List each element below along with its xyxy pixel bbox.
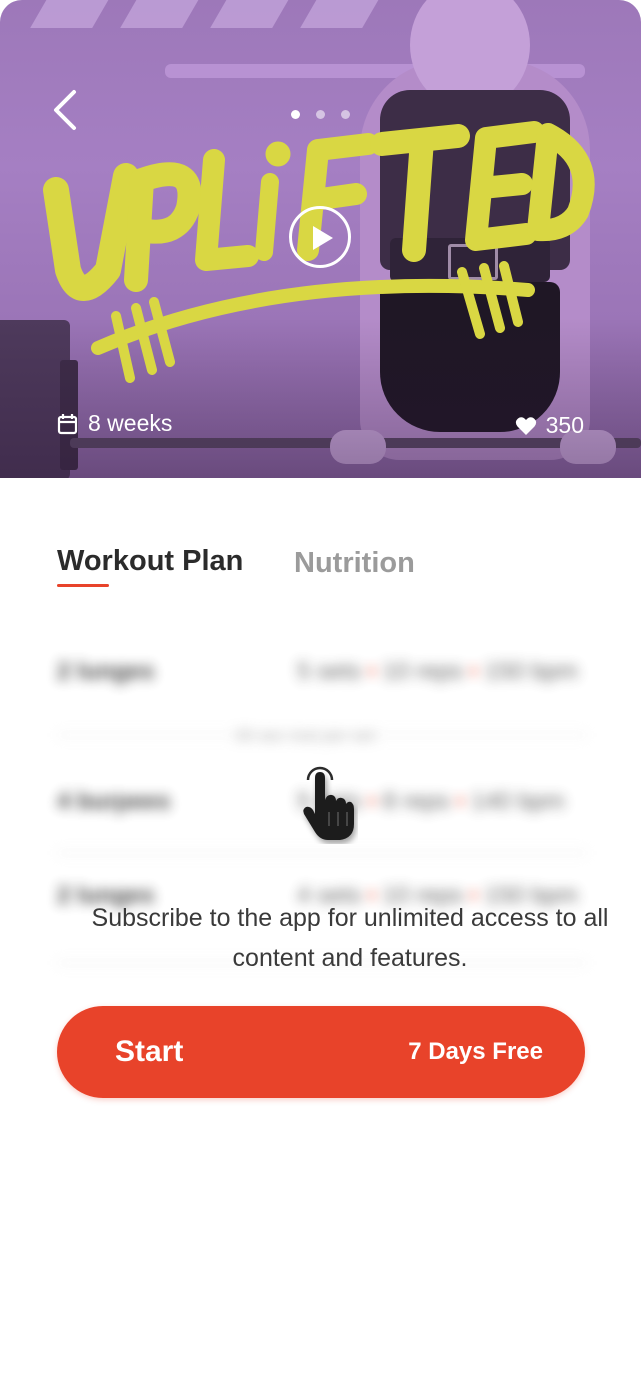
duration-text: 8 weeks — [88, 410, 173, 436]
start-label: Start — [115, 1035, 184, 1068]
likes-count: 350 — [545, 412, 584, 438]
ceiling-light — [120, 0, 202, 28]
uplifted-title-art — [43, 121, 595, 383]
play-icon — [313, 226, 333, 250]
exercise-name: 4 burpees — [57, 788, 171, 815]
ceiling-light — [30, 0, 112, 28]
start-trial-button[interactable]: Start 7 Days Free — [57, 1006, 585, 1098]
rest-note: 30 sec rest per set — [235, 726, 375, 745]
exercise-name: 2 lunges — [57, 658, 155, 685]
tap-hand-icon — [303, 766, 354, 840]
carousel-dot[interactable] — [341, 110, 350, 119]
program-duration: 8 weeks — [57, 410, 172, 437]
heart-icon — [515, 416, 536, 435]
likes-counter[interactable]: 350 — [515, 412, 584, 439]
tab-nutrition[interactable]: Nutrition — [294, 547, 415, 580]
carousel-dot[interactable] — [291, 110, 300, 119]
trial-offer-label: 7 Days Free — [408, 1038, 543, 1065]
active-tab-indicator — [57, 584, 109, 587]
subscription-message: Subscribe to the app for unlimited acces… — [91, 904, 609, 972]
hero-banner: 8 weeks 350 — [0, 0, 641, 478]
back-button[interactable] — [46, 86, 90, 134]
divider — [57, 852, 587, 854]
carousel-indicator — [291, 110, 350, 119]
carousel-dot[interactable] — [316, 110, 325, 119]
exercise-detail: 5 sets • 10 reps • 150 bpm — [297, 658, 578, 685]
tab-workout-plan[interactable]: Workout Plan — [57, 545, 243, 578]
play-video-button[interactable] — [289, 206, 351, 268]
ceiling-light — [300, 0, 382, 28]
chevron-left-icon — [54, 90, 76, 130]
calendar-icon — [57, 413, 78, 434]
ceiling-light — [210, 0, 292, 28]
